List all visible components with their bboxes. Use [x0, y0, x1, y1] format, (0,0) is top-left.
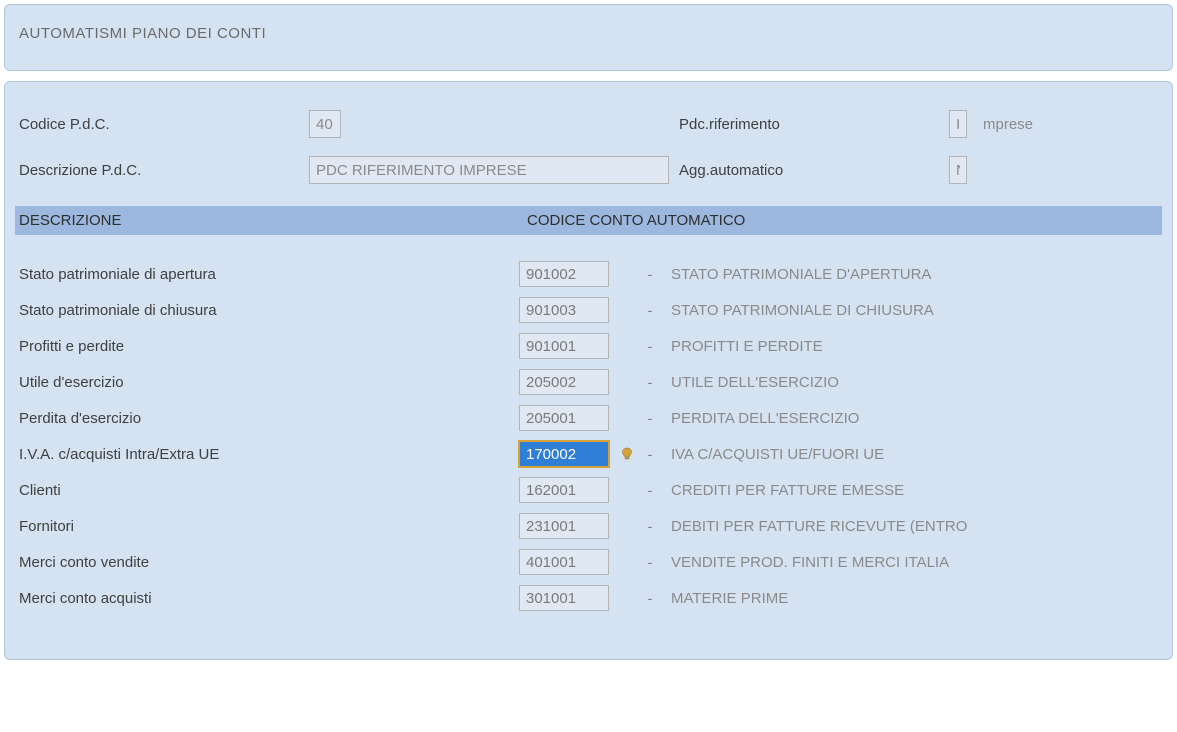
account-code-input[interactable]: [519, 549, 609, 575]
page-title: AUTOMATISMI PIANO DEI CONTI: [19, 25, 1158, 42]
row-description: Perdita d'esercizio: [19, 410, 519, 427]
row-description: Clienti: [19, 482, 519, 499]
aggauto-label: Agg.automatico: [679, 162, 949, 179]
rows-container: Stato patrimoniale di apertura-STATO PAT…: [19, 261, 1158, 641]
table-row: Profitti e perdite -PROFITTI E PERDITE: [19, 333, 1158, 359]
row-description: Merci conto vendite: [19, 554, 519, 571]
table-row: Perdita d'esercizio -PERDITA DELL'ESERCIZ…: [19, 405, 1158, 431]
lightbulb-icon[interactable]: [619, 446, 635, 462]
row-long-description: STATO PATRIMONIALE D'APERTURA: [659, 266, 1158, 283]
header-form: Codice P.d.C. Pdc.riferimento mprese Des…: [19, 100, 1158, 198]
pdcrif-label: Pdc.riferimento: [679, 116, 949, 133]
table-row: I.V.A. c/acquisti Intra/Extra UE -IVA C/A…: [19, 441, 1158, 467]
row-long-description: MATERIE PRIME: [659, 590, 1158, 607]
descrizione-pdc-input[interactable]: [309, 156, 669, 184]
row-long-description: CREDITI PER FATTURE EMESSE: [659, 482, 1158, 499]
account-code-input[interactable]: [519, 585, 609, 611]
row-description: Stato patrimoniale di chiusura: [19, 302, 519, 319]
separator-dash: -: [641, 410, 659, 426]
account-code-input[interactable]: [519, 477, 609, 503]
row-description: I.V.A. c/acquisti Intra/Extra UE: [19, 446, 519, 463]
table-header: DESCRIZIONE CODICE CONTO AUTOMATICO: [15, 206, 1162, 235]
row-long-description: PERDITA DELL'ESERCIZIO: [659, 410, 1158, 427]
codice-pdc-input[interactable]: [309, 110, 341, 138]
title-panel: AUTOMATISMI PIANO DEI CONTI: [4, 4, 1173, 71]
codice-pdc-label: Codice P.d.C.: [19, 116, 309, 133]
row-long-description: UTILE DELL'ESERCIZIO: [659, 374, 1158, 391]
table-row: Clienti -CREDITI PER FATTURE EMESSE: [19, 477, 1158, 503]
row-long-description: STATO PATRIMONIALE DI CHIUSURA: [659, 302, 1158, 319]
separator-dash: -: [641, 590, 659, 606]
table-row: Stato patrimoniale di chiusura -STATO PAT…: [19, 297, 1158, 323]
main-panel: Codice P.d.C. Pdc.riferimento mprese Des…: [4, 81, 1173, 660]
pdcrif-text: mprese: [979, 116, 1158, 133]
col-header-descrizione: DESCRIZIONE: [19, 212, 527, 229]
account-code-input[interactable]: [519, 405, 609, 431]
row-description: Profitti e perdite: [19, 338, 519, 355]
aggauto-input[interactable]: [949, 156, 967, 184]
table-row: Utile d'esercizio -UTILE DELL'ESERCIZIO: [19, 369, 1158, 395]
separator-dash: -: [641, 446, 659, 462]
separator-dash: -: [641, 374, 659, 390]
row-long-description: PROFITTI E PERDITE: [659, 338, 1158, 355]
separator-dash: -: [641, 338, 659, 354]
row-description: Stato patrimoniale di apertura: [19, 266, 519, 283]
separator-dash: -: [641, 554, 659, 570]
account-code-input[interactable]: [519, 297, 609, 323]
table-row: Merci conto vendite -VENDITE PROD. FINITI…: [19, 549, 1158, 575]
row-description: Merci conto acquisti: [19, 590, 519, 607]
col-header-codice: CODICE CONTO AUTOMATICO: [527, 212, 1158, 229]
account-code-input[interactable]: [519, 441, 609, 467]
account-code-input[interactable]: [519, 513, 609, 539]
table-row: Stato patrimoniale di apertura -STATO PAT…: [19, 261, 1158, 287]
row-description: Fornitori: [19, 518, 519, 535]
row-description: Utile d'esercizio: [19, 374, 519, 391]
row-long-description: DEBITI PER FATTURE RICEVUTE (ENTRO: [659, 518, 1158, 535]
descrizione-pdc-label: Descrizione P.d.C.: [19, 162, 309, 179]
account-code-input[interactable]: [519, 333, 609, 359]
separator-dash: -: [641, 302, 659, 318]
separator-dash: -: [641, 482, 659, 498]
separator-dash: -: [641, 518, 659, 534]
separator-dash: -: [641, 266, 659, 282]
row-long-description: VENDITE PROD. FINITI E MERCI ITALIA: [659, 554, 1158, 571]
row-long-description: IVA C/ACQUISTI UE/FUORI UE: [659, 446, 1158, 463]
account-code-input[interactable]: [519, 261, 609, 287]
account-code-input[interactable]: [519, 369, 609, 395]
table-row: Fornitori -DEBITI PER FATTURE RICEVUTE (E…: [19, 513, 1158, 539]
pdcrif-code-input[interactable]: [949, 110, 967, 138]
table-row: Merci conto acquisti -MATERIE PRIME: [19, 585, 1158, 611]
